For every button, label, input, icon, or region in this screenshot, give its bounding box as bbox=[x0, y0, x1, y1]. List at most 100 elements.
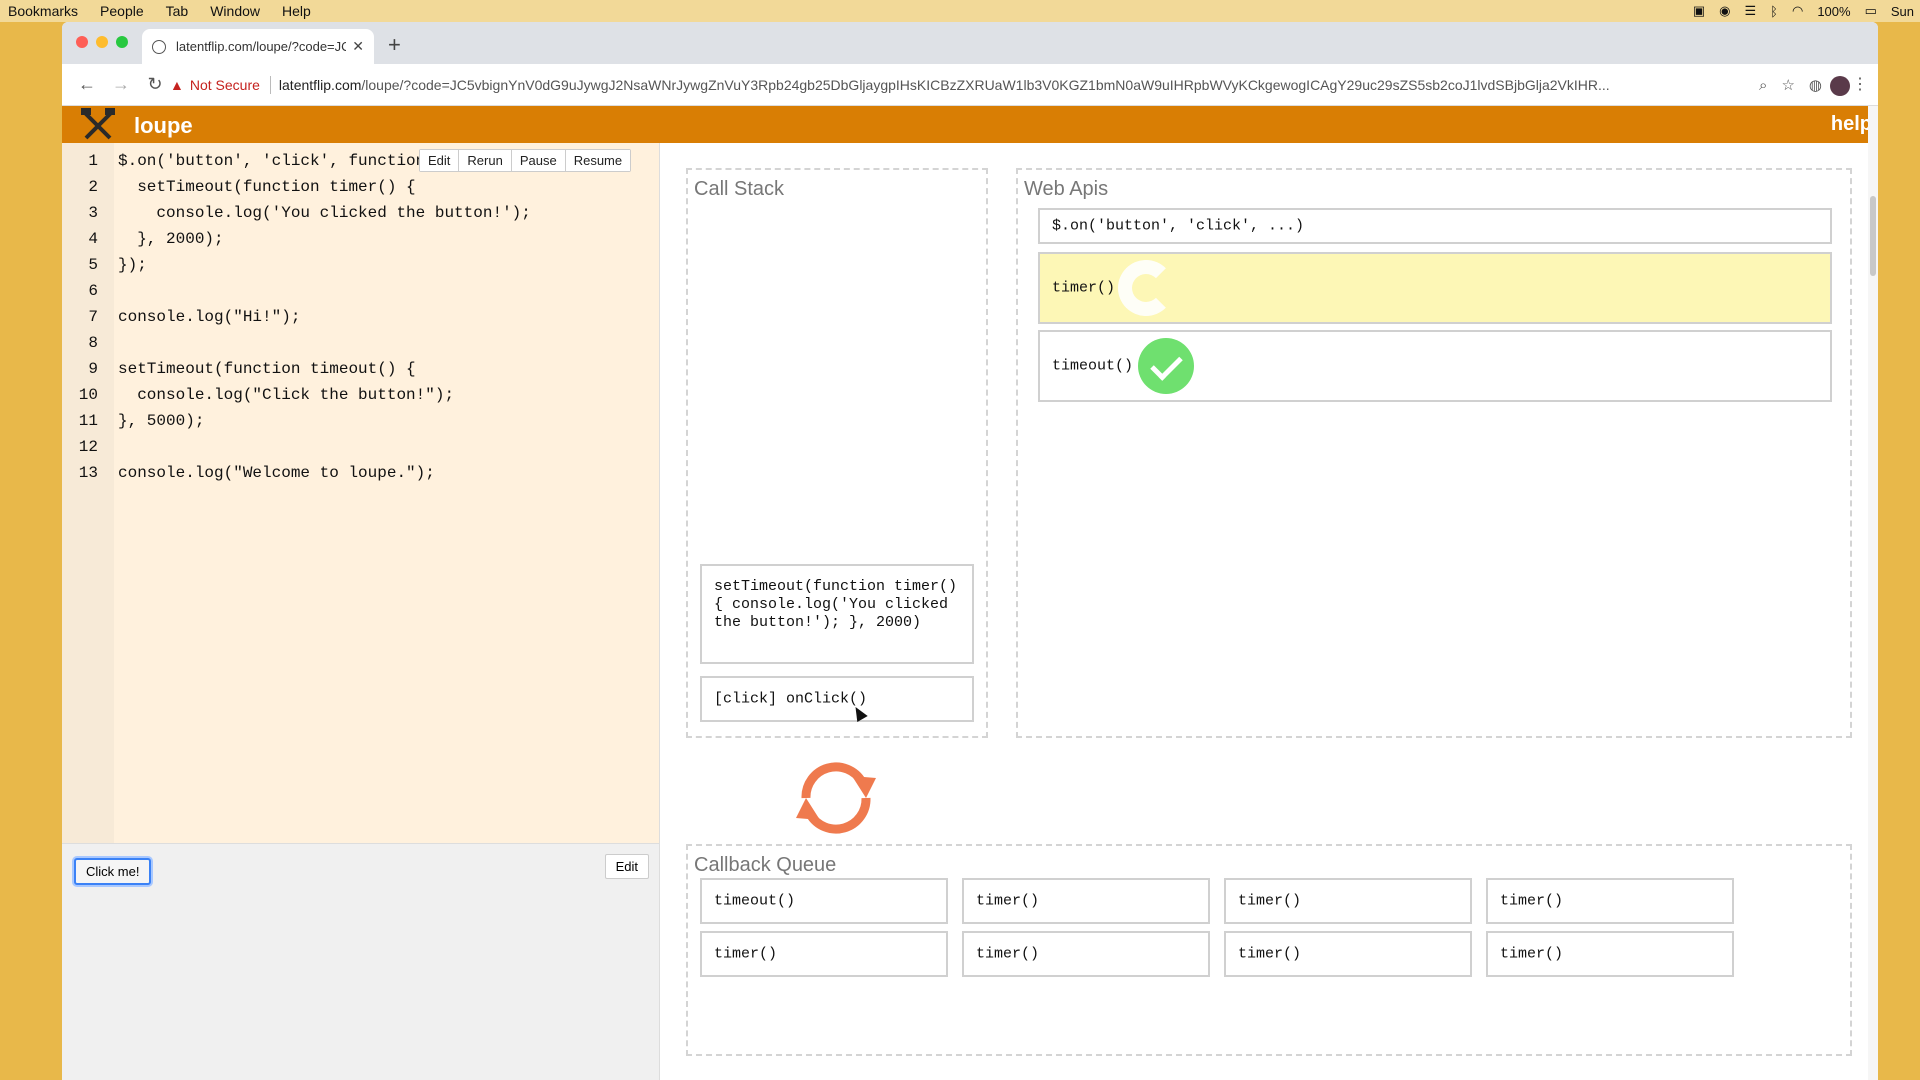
globe-icon bbox=[152, 39, 166, 54]
os-menu-bar: Bookmarks People Tab Window Help ▣ ◉ ☰ ᛒ… bbox=[0, 0, 1920, 22]
queue-item: timer() bbox=[962, 878, 1210, 924]
forward-icon[interactable]: → bbox=[112, 74, 130, 95]
queue-item: timer() bbox=[1486, 931, 1734, 977]
queue-item: timer() bbox=[1224, 931, 1472, 977]
web-api-label: $.on('button', 'click', ...) bbox=[1052, 217, 1305, 235]
line-number: 4 bbox=[88, 230, 98, 248]
pane-divider[interactable] bbox=[659, 143, 660, 1080]
menu-window[interactable]: Window bbox=[210, 3, 260, 19]
queue-item: timer() bbox=[700, 931, 948, 977]
web-api-timer: timer() bbox=[1038, 252, 1832, 324]
battery-percent: 100% bbox=[1817, 3, 1851, 19]
window-controls bbox=[76, 36, 128, 48]
menu-help[interactable]: Help bbox=[282, 3, 311, 19]
code-line: 6 bbox=[62, 278, 540, 304]
editor-controls: Edit Rerun Pause Resume bbox=[419, 149, 632, 172]
queue-item-label: timer() bbox=[1500, 892, 1564, 910]
menu-tab[interactable]: Tab bbox=[166, 3, 189, 19]
close-window-button[interactable] bbox=[76, 36, 88, 48]
minimize-window-button[interactable] bbox=[96, 36, 108, 48]
code-line: 5}); bbox=[62, 252, 540, 278]
code-line: 12 bbox=[62, 434, 540, 460]
code-line: 13 console.log("Welcome to loupe."); bbox=[62, 460, 540, 486]
callback-queue-title: Callback Queue bbox=[694, 854, 837, 876]
queue-item: timeout() bbox=[700, 878, 948, 924]
more-menu-icon[interactable]: ⋮ bbox=[1852, 74, 1868, 94]
preview-edit-button[interactable]: Edit bbox=[604, 854, 649, 879]
page-scrollbar[interactable] bbox=[1868, 106, 1878, 1080]
code-editor[interactable]: 1 $.on('button', 'click', function onClic… bbox=[62, 143, 659, 843]
help-link[interactable]: help bbox=[1831, 113, 1872, 136]
bookmark-star-icon[interactable]: ☆ bbox=[1781, 76, 1794, 94]
menu-people[interactable]: People bbox=[100, 3, 144, 19]
code-text: }); bbox=[118, 256, 147, 274]
stack-frame-settimeout: setTimeout(function timer() { console.lo… bbox=[700, 564, 974, 664]
code-text: console.log('You clicked the button!'); bbox=[118, 204, 531, 222]
queue-item-label: timer() bbox=[976, 945, 1040, 963]
clock[interactable]: Sun bbox=[1891, 4, 1914, 19]
web-apis-panel: Web Apis $.on('button', 'click', ...) ti… bbox=[1016, 168, 1852, 738]
queue-item-label: timer() bbox=[1500, 945, 1564, 963]
reload-icon[interactable]: ↻ bbox=[146, 74, 164, 95]
warning-icon: ▲ bbox=[170, 77, 184, 93]
stack-icon[interactable]: ☰ bbox=[1745, 3, 1757, 19]
battery-icon[interactable]: ▭ bbox=[1865, 3, 1877, 19]
call-stack-title: Call Stack bbox=[694, 178, 785, 200]
code-line: 10 console.log("Click the button!"); bbox=[62, 382, 540, 408]
pause-button[interactable]: Pause bbox=[511, 150, 566, 171]
stack-frame-label: [click] onClick() bbox=[714, 690, 868, 708]
queue-item: timer() bbox=[1224, 878, 1472, 924]
app-name[interactable]: loupe bbox=[134, 113, 193, 139]
url-host: latentflip.com bbox=[278, 77, 362, 93]
line-number: 2 bbox=[88, 178, 98, 196]
code-line: 11}, 5000); bbox=[62, 408, 540, 434]
queue-item: timer() bbox=[962, 931, 1210, 977]
zoom-window-button[interactable] bbox=[116, 36, 128, 48]
click-me-button[interactable]: Click me! bbox=[74, 858, 152, 885]
security-label[interactable]: Not Secure bbox=[190, 77, 260, 93]
profile-avatar[interactable] bbox=[1830, 76, 1850, 96]
line-number: 8 bbox=[88, 334, 98, 352]
address-bar[interactable]: ▲ Not Secure latentflip.com/loupe/?code=… bbox=[170, 71, 1822, 99]
web-api-label: timeout() bbox=[1052, 357, 1134, 375]
callback-queue-panel: Callback Queue timeout() timer() timer() ti… bbox=[686, 844, 1852, 1056]
url-text[interactable]: latentflip.com/loupe/?code=JC5vbignYnV0d… bbox=[279, 77, 1745, 93]
extension-icon[interactable]: ◍ bbox=[1809, 76, 1822, 94]
line-number: 10 bbox=[78, 386, 98, 404]
rerun-button[interactable]: Rerun bbox=[459, 150, 512, 171]
queue-item-label: timeout() bbox=[714, 892, 796, 910]
close-tab-icon[interactable]: ✕ bbox=[352, 38, 364, 55]
line-number: 7 bbox=[88, 308, 98, 326]
creative-cloud-icon[interactable]: ◉ bbox=[1719, 3, 1730, 19]
html-preview: Click me! Edit bbox=[62, 843, 659, 1080]
status-area: ▣ ◉ ☰ ᛒ ◠ 100% ▭ Sun bbox=[1693, 0, 1920, 22]
back-icon[interactable]: ← bbox=[78, 74, 96, 95]
edit-button[interactable]: Edit bbox=[420, 150, 460, 171]
tab-title: latentflip.com/loupe/?code=JC bbox=[176, 39, 347, 54]
wifi-icon[interactable]: ◠ bbox=[1792, 3, 1803, 19]
code-line: 4 }, 2000); bbox=[62, 226, 540, 252]
resume-button[interactable]: Resume bbox=[565, 150, 631, 171]
web-api-timeout: timeout() bbox=[1038, 330, 1832, 402]
zoom-icon[interactable]: ⌕ bbox=[1759, 77, 1767, 94]
browser-tab[interactable]: latentflip.com/loupe/?code=JC ✕ bbox=[142, 29, 374, 64]
code-text: console.log("Click the button!"); bbox=[118, 386, 455, 404]
web-apis-title: Web Apis bbox=[1024, 178, 1109, 200]
bluetooth-icon[interactable]: ᛒ bbox=[1770, 4, 1778, 19]
queue-item-label: timer() bbox=[1238, 892, 1302, 910]
omnibox-separator bbox=[269, 76, 271, 94]
code-line: 8 bbox=[62, 330, 540, 356]
code-line: 9 setTimeout(function timeout() { bbox=[62, 356, 540, 382]
line-number: 1 bbox=[88, 152, 98, 170]
loupe-logo-icon bbox=[81, 108, 115, 140]
queue-item-label: timer() bbox=[1238, 945, 1302, 963]
url-path: /loupe/?code=JC5vbignYnV0dG9uJywgJ2NsaWN… bbox=[361, 77, 1610, 93]
stack-frame-onclick: [click] onClick() bbox=[700, 676, 974, 722]
menu-bookmarks[interactable]: Bookmarks bbox=[8, 3, 78, 19]
web-api-click-listener: $.on('button', 'click', ...) bbox=[1038, 208, 1832, 244]
new-tab-button[interactable]: + bbox=[388, 32, 401, 58]
scrollbar-thumb[interactable] bbox=[1870, 196, 1876, 276]
app-header: loupe help bbox=[62, 106, 1878, 143]
screen-record-icon[interactable]: ▣ bbox=[1693, 3, 1705, 19]
queue-item-label: timer() bbox=[976, 892, 1040, 910]
